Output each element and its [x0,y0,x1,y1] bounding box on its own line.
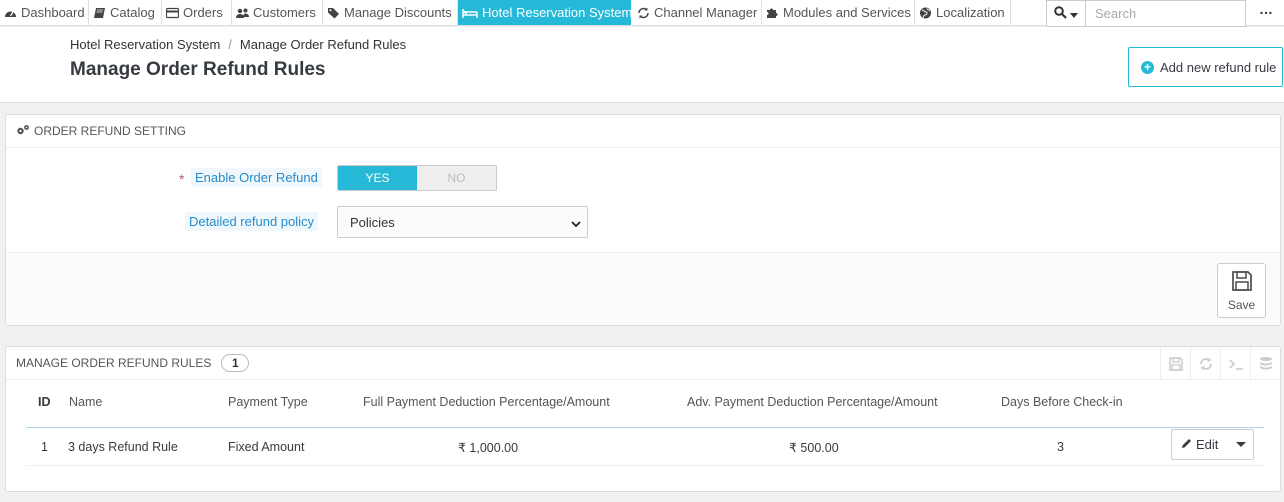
save-button[interactable]: Save [1217,263,1266,318]
pencil-icon [1181,437,1192,452]
rule-count-badge: 1 [221,354,250,372]
dashboard-icon [4,7,17,19]
cogs-icon [16,124,30,139]
panel-title: MANAGE ORDER REFUND RULES [16,356,212,370]
top-navigation: Dashboard Catalog Orders Customers Manag… [0,0,1284,27]
plus-circle-icon: + [1141,60,1154,74]
search-icon [1054,5,1067,22]
cell-id: 1 [41,440,48,454]
nav-item-manage-discounts[interactable]: Manage Discounts [323,0,458,25]
globe-icon [919,7,932,19]
puzzle-icon [766,7,779,19]
sql-query-icon[interactable] [1220,347,1250,380]
tag-icon [327,7,340,19]
nav-label: Localization [936,5,1005,20]
enable-order-refund-toggle[interactable]: YES NO [337,165,497,191]
panel-title: ORDER REFUND SETTING [34,124,187,138]
nav-label: Hotel Reservation System [482,5,631,20]
select-value: Policies [350,214,395,230]
column-header-payment-type[interactable]: Payment Type [228,395,308,409]
nav-item-catalog[interactable]: Catalog [89,0,162,25]
nav-label: Manage Discounts [344,5,452,20]
nav-item-hotel-reservation-system[interactable]: Hotel Reservation System [458,0,631,25]
order-refund-setting-panel: ORDER REFUND SETTING * Enable Order Refu… [5,114,1281,326]
caret-down-icon [1070,6,1078,21]
breadcrumb-item-current: Manage Order Refund Rules [239,37,407,52]
panel-heading: ORDER REFUND SETTING [6,115,1280,148]
edit-label: Edit [1196,437,1219,452]
nav-item-modules-and-services[interactable]: Modules and Services [762,0,915,25]
table-header-divider [26,427,1264,428]
floppy-disk-icon [1231,270,1253,295]
page-header: Hotel Reservation System / Manage Order Re… [0,27,1284,103]
refresh-list-icon[interactable] [1190,347,1220,380]
book-icon [93,7,106,19]
edit-button[interactable]: Edit [1171,429,1254,460]
nav-label: Customers [253,5,316,20]
refund-policy-select[interactable]: Policies [337,206,588,238]
panel-heading: MANAGE ORDER REFUND RULES 1 [6,347,1280,380]
breadcrumb-separator: / [228,37,232,52]
toggle-no-option[interactable]: NO [417,166,496,190]
table-row-divider [26,465,1264,466]
nav-item-customers[interactable]: Customers [232,0,323,25]
nav-label: Orders [183,5,223,20]
page-title: Manage Order Refund Rules [70,59,326,80]
search-input[interactable] [1086,0,1246,27]
bed-icon [462,7,478,19]
nav-label: Channel Manager [654,5,758,20]
breadcrumb: Hotel Reservation System / Manage Order Re… [70,37,406,52]
nav-label: Modules and Services [783,5,911,20]
nav-item-dashboard[interactable]: Dashboard [0,0,89,25]
add-button-label: Add new refund rule [1160,59,1277,75]
column-header-adv-payment-deduction[interactable]: Adv. Payment Deduction Percentage/Amount [687,395,938,409]
cell-payment-type: Fixed Amount [228,440,305,454]
cell-adv-deduction: ₹ 500.00 [789,441,839,455]
column-header-days-before-check-in[interactable]: Days Before Check-in [1001,395,1123,409]
enable-order-refund-label: Enable Order Refund [191,168,322,187]
manage-order-refund-rules-panel: MANAGE ORDER REFUND RULES 1 ID Name Paym… [5,346,1281,492]
toggle-yes-option[interactable]: YES [338,166,417,190]
breadcrumb-item-hotel-reservation-system[interactable]: Hotel Reservation System [70,37,220,52]
detailed-refund-policy-label: Detailed refund policy [185,212,319,231]
cell-days: 3 [1057,440,1064,454]
nav-label: Dashboard [21,5,85,20]
nav-item-localization[interactable]: Localization [915,0,1011,25]
column-header-name[interactable]: Name [69,395,102,409]
cell-full-deduction: ₹ 1,000.00 [458,441,519,455]
list-toolbar [1160,347,1280,380]
caret-down-icon[interactable] [1236,442,1246,447]
nav-label: Catalog [110,5,155,20]
nav-item-orders[interactable]: Orders [162,0,232,25]
column-header-id[interactable]: ID [38,395,51,409]
users-icon [236,7,249,19]
more-options-icon[interactable]: … [1256,2,1276,20]
cell-name: 3 days Refund Rule [68,440,178,454]
panel-footer: Save [6,252,1280,325]
chevron-down-icon [571,217,581,228]
database-icon[interactable] [1250,347,1280,380]
nav-item-channel-manager[interactable]: Channel Manager [633,0,762,25]
add-new-refund-rule-button[interactable]: + Add new refund rule [1128,47,1283,87]
search-type-button[interactable] [1046,0,1086,27]
refresh-icon [637,7,650,19]
credit-card-icon [166,7,179,19]
required-indicator: * [179,171,185,187]
save-label: Save [1227,297,1256,312]
column-header-full-payment-deduction[interactable]: Full Payment Deduction Percentage/Amount [363,395,610,409]
export-save-icon[interactable] [1160,347,1190,380]
edit-action[interactable]: Edit [1172,437,1227,452]
